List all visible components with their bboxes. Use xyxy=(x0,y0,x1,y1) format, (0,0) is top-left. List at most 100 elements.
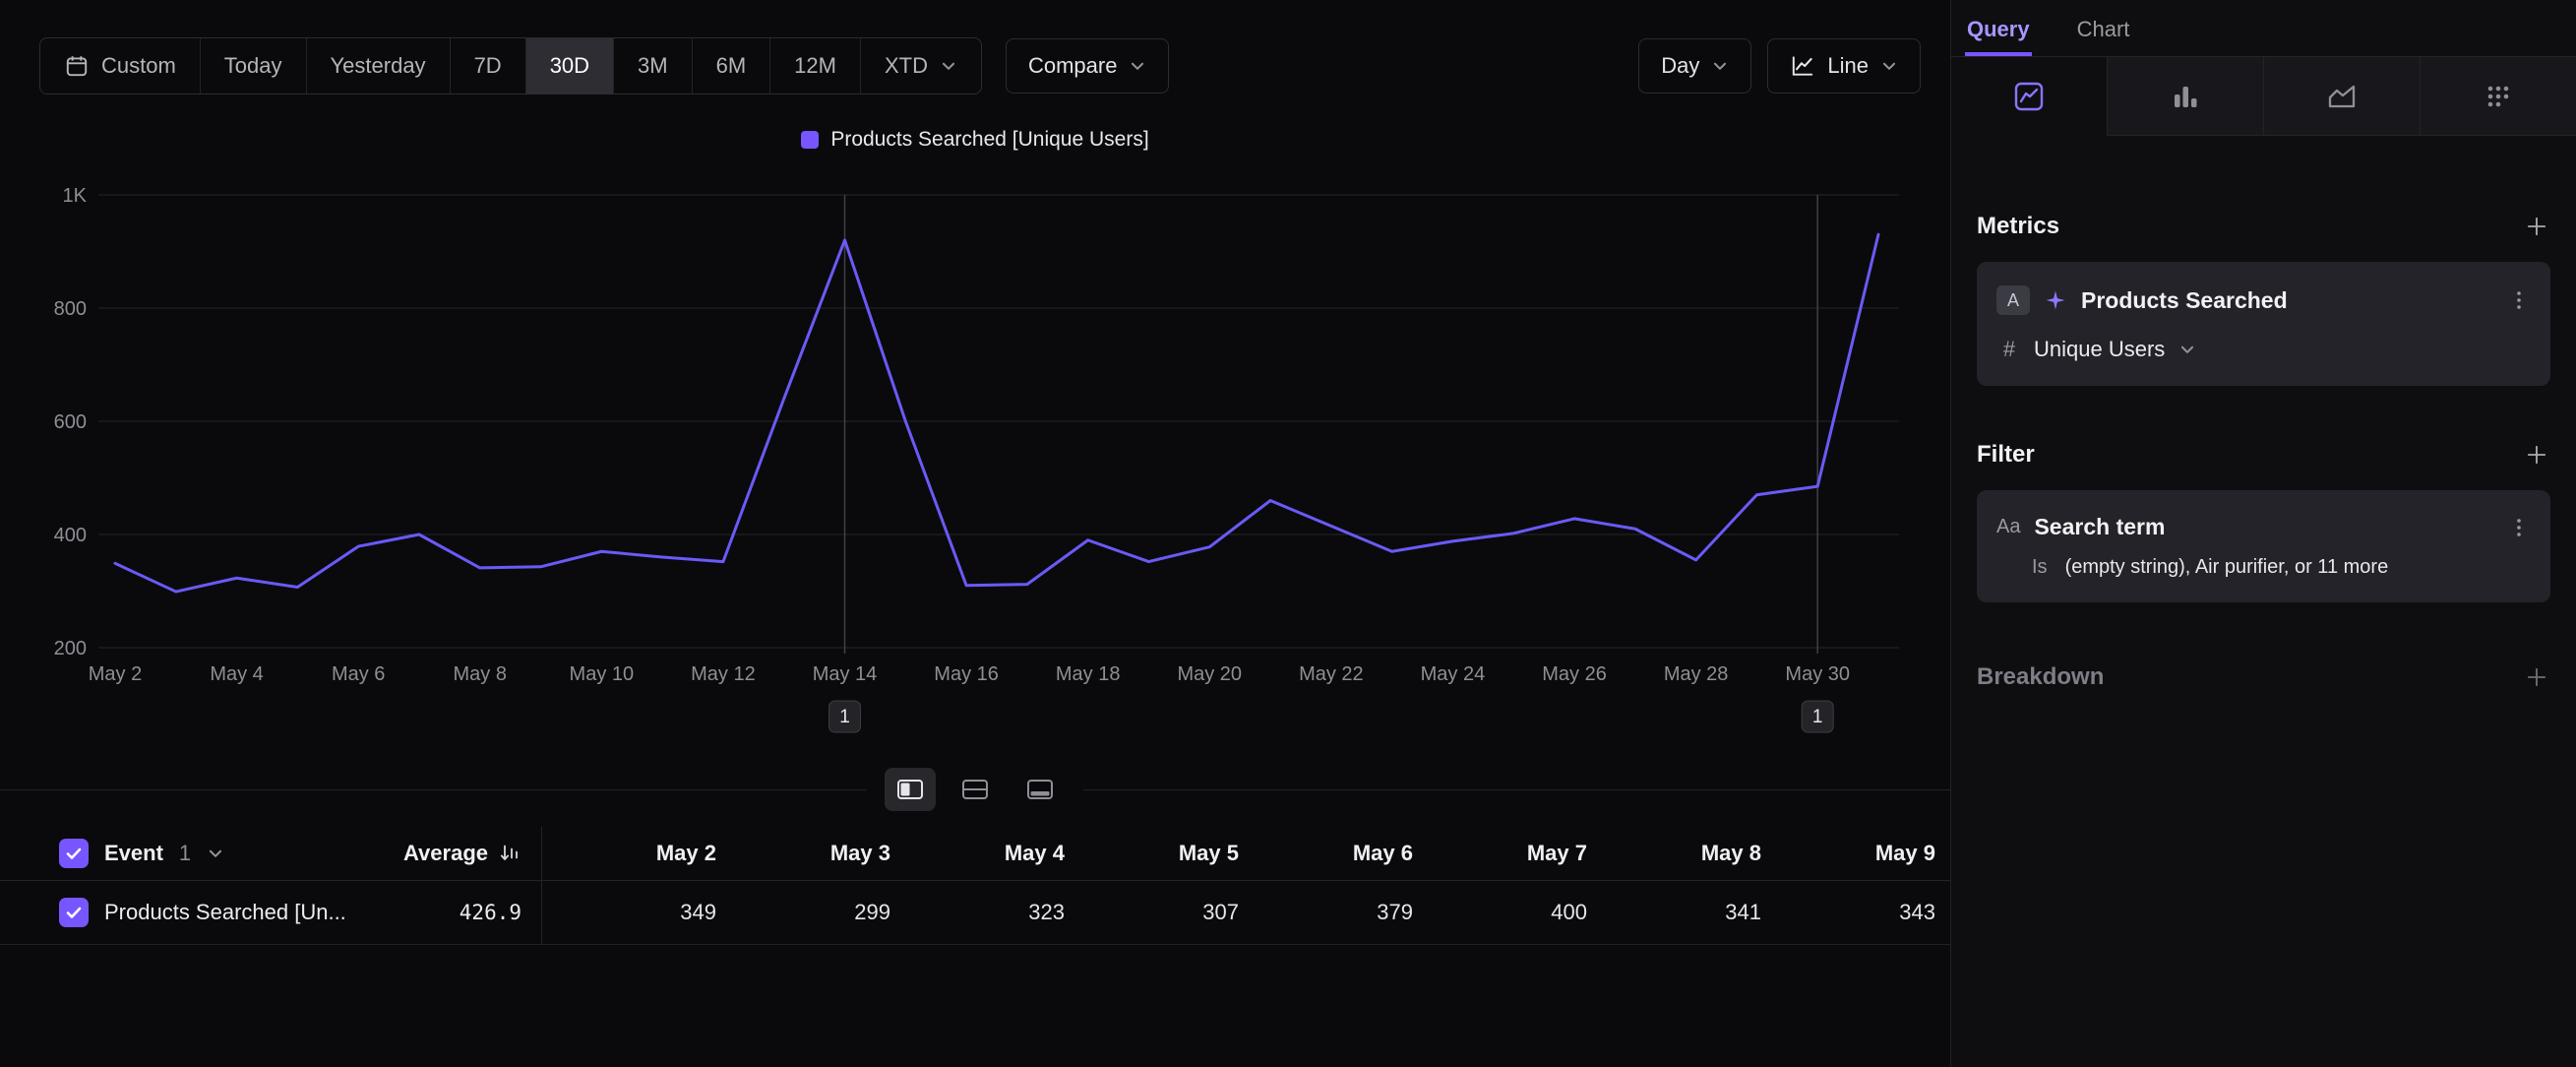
range-12m-button[interactable]: 12M xyxy=(769,38,860,94)
tab-query[interactable]: Query xyxy=(1965,17,2032,56)
layout-toggle-bar xyxy=(0,758,1950,821)
table-cell: 343 xyxy=(1761,900,1935,925)
granularity-label: Day xyxy=(1661,53,1699,79)
chevron-down-icon[interactable] xyxy=(207,845,224,862)
layout-toggles xyxy=(867,768,1083,811)
chevron-down-icon xyxy=(940,57,957,75)
chart-type-grid-icon xyxy=(2481,79,2516,114)
x-tick-label: May 24 xyxy=(1421,663,1486,685)
sidebar-content: Metrics A Products Searched # Unique Use… xyxy=(1951,136,2576,691)
measure-type-icon: # xyxy=(1998,337,2020,362)
column-header[interactable]: May 9 xyxy=(1761,841,1935,866)
sidebar-tab-bar: Query Chart xyxy=(1951,0,2576,57)
compare-label: Compare xyxy=(1028,53,1117,79)
metric-menu-button[interactable] xyxy=(2507,288,2531,312)
event-cell: Products Searched [Un... xyxy=(59,898,374,927)
y-tick-label: 200 xyxy=(54,638,87,659)
y-tick-label: 600 xyxy=(54,411,87,433)
tab-chart[interactable]: Chart xyxy=(2075,17,2132,56)
average-label: Average xyxy=(403,841,488,866)
split-vertical-icon xyxy=(896,778,924,801)
column-header[interactable]: May 8 xyxy=(1587,841,1761,866)
line-chart-icon xyxy=(1790,53,1815,79)
column-header[interactable]: May 2 xyxy=(542,841,716,866)
legend-swatch xyxy=(801,131,819,149)
column-header[interactable]: May 5 xyxy=(1065,841,1239,866)
x-tick-label: May 22 xyxy=(1299,663,1364,685)
split-horizontal-icon xyxy=(961,778,989,801)
table-cell: 379 xyxy=(1239,900,1413,925)
range-30d-button[interactable]: 30D xyxy=(525,38,613,94)
chart-type-bar-tab[interactable] xyxy=(2107,57,2263,136)
range-yesterday-button[interactable]: Yesterday xyxy=(306,38,450,94)
compare-button[interactable]: Compare xyxy=(1006,38,1169,94)
chevron-down-icon[interactable] xyxy=(2178,341,2196,358)
chart-type-bar-icon xyxy=(2168,79,2203,114)
sort-icon[interactable] xyxy=(498,842,521,865)
x-tick-label: May 4 xyxy=(210,663,263,685)
text-property-icon: Aa xyxy=(1996,516,2020,538)
y-tick-label: 400 xyxy=(54,525,87,546)
event-count: 1 xyxy=(179,841,191,866)
measure-selector[interactable]: Unique Users xyxy=(2034,337,2165,362)
chart-legend: Products Searched [Unique Users] xyxy=(0,128,1950,152)
series-name[interactable]: Products Searched [Un... xyxy=(104,900,346,925)
add-metric-button[interactable] xyxy=(2523,213,2550,240)
granularity-button[interactable]: Day xyxy=(1638,38,1751,94)
annotation-badge-label: 1 xyxy=(1812,707,1823,727)
breakdown-heading: Breakdown xyxy=(1977,663,2104,691)
range-7d-button[interactable]: 7D xyxy=(450,38,525,94)
column-header[interactable]: May 3 xyxy=(716,841,890,866)
x-tick-label: May 20 xyxy=(1177,663,1242,685)
select-all-checkbox[interactable] xyxy=(59,839,89,868)
metric-name[interactable]: Products Searched xyxy=(2081,287,2493,314)
range-xtd-button[interactable]: XTD xyxy=(860,38,981,94)
event-header-cell: Event 1 xyxy=(59,839,374,868)
column-header[interactable]: May 4 xyxy=(890,841,1065,866)
x-tick-label: May 26 xyxy=(1542,663,1607,685)
filter-value[interactable]: (empty string), Air purifier, or 11 more xyxy=(2065,556,2389,579)
kebab-icon xyxy=(2507,516,2531,539)
layout-split-horizontal-button[interactable] xyxy=(950,768,1001,811)
chart-type-line-tab[interactable] xyxy=(1951,57,2107,136)
metric-card[interactable]: A Products Searched # Unique Users xyxy=(1977,262,2550,386)
chevron-down-icon xyxy=(1711,57,1729,75)
main-panel: CustomTodayYesterday7D30D3M6M12MXTD Comp… xyxy=(0,0,1951,1067)
plus-icon xyxy=(2523,213,2550,240)
plus-icon xyxy=(2523,663,2550,691)
column-header[interactable]: May 6 xyxy=(1239,841,1413,866)
date-range-control: CustomTodayYesterday7D30D3M6M12MXTD xyxy=(39,37,982,94)
range-3m-button[interactable]: 3M xyxy=(613,38,692,94)
filter-heading: Filter xyxy=(1977,441,2035,469)
chart-type-grid-tab[interactable] xyxy=(2420,57,2576,136)
column-header[interactable]: May 7 xyxy=(1413,841,1587,866)
range-today-button[interactable]: Today xyxy=(200,38,306,94)
chevron-down-icon xyxy=(1880,57,1898,75)
chart-type-area-tab[interactable] xyxy=(2263,57,2420,136)
table-cell: 323 xyxy=(890,900,1065,925)
range-custom-button[interactable]: Custom xyxy=(40,38,200,94)
add-breakdown-button[interactable] xyxy=(2523,663,2550,691)
chart-type-button[interactable]: Line xyxy=(1767,38,1921,94)
x-tick-label: May 10 xyxy=(570,663,635,685)
filter-property-name[interactable]: Search term xyxy=(2034,514,2493,540)
row-checkbox[interactable] xyxy=(59,898,89,927)
add-filter-button[interactable] xyxy=(2523,441,2550,469)
chart-section: Products Searched [Unique Users] 200 400 6… xyxy=(0,128,1950,754)
layout-split-vertical-button[interactable] xyxy=(885,768,936,811)
layout-bottom-panel-button[interactable] xyxy=(1014,768,1066,811)
line-chart[interactable]: 2004006008001KMay 2May 4May 6May 8May 10… xyxy=(0,165,1948,748)
filter-card[interactable]: Aa Search term Is (empty string), Air pu… xyxy=(1977,490,2550,602)
plus-icon xyxy=(2523,441,2550,469)
calendar-icon xyxy=(64,53,90,79)
table-cell: 400 xyxy=(1413,900,1587,925)
table-cell: 299 xyxy=(716,900,890,925)
chevron-down-icon xyxy=(1129,57,1146,75)
filter-menu-button[interactable] xyxy=(2507,516,2531,539)
filter-operator[interactable]: Is xyxy=(2032,556,2048,579)
x-tick-label: May 28 xyxy=(1664,663,1729,685)
sparkle-icon xyxy=(2044,288,2067,312)
range-6m-button[interactable]: 6M xyxy=(692,38,770,94)
query-sidebar: Query Chart Metrics A Products Searc xyxy=(1951,0,2576,1067)
legend-label: Products Searched [Unique Users] xyxy=(830,128,1148,152)
